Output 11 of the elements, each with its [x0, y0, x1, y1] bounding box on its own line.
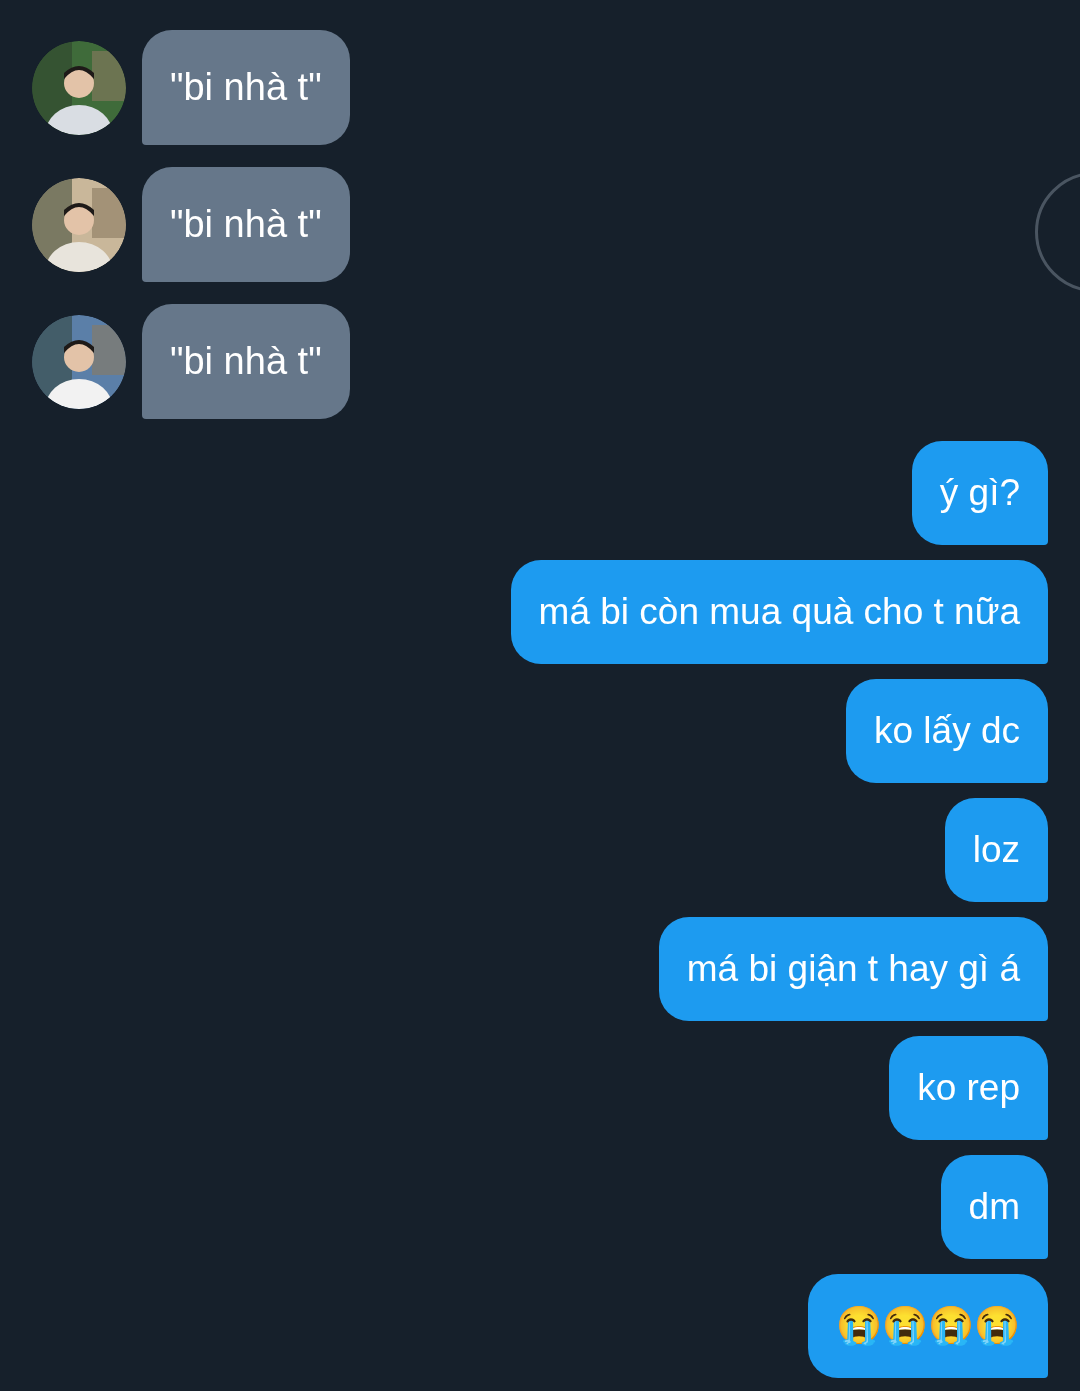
- message-bubble: "bi nhà t": [142, 30, 350, 145]
- message-bubble: "bi nhà t": [142, 167, 350, 282]
- message-bubble: 😭😭😭😭: [808, 1274, 1048, 1378]
- message-bubble: "bi nhà t": [142, 304, 350, 419]
- message-bubble: má bi còn mua quà cho t nữa: [510, 560, 1048, 664]
- message-bubble: dm: [940, 1155, 1048, 1259]
- message-bubble: ý gì?: [911, 441, 1048, 545]
- message-bubble: ko rep: [889, 1036, 1048, 1140]
- message-bubble: má bi giận t hay gì á: [658, 917, 1048, 1021]
- message-bubble: loz: [944, 798, 1048, 902]
- message-bubble: ko lấy dc: [846, 679, 1048, 783]
